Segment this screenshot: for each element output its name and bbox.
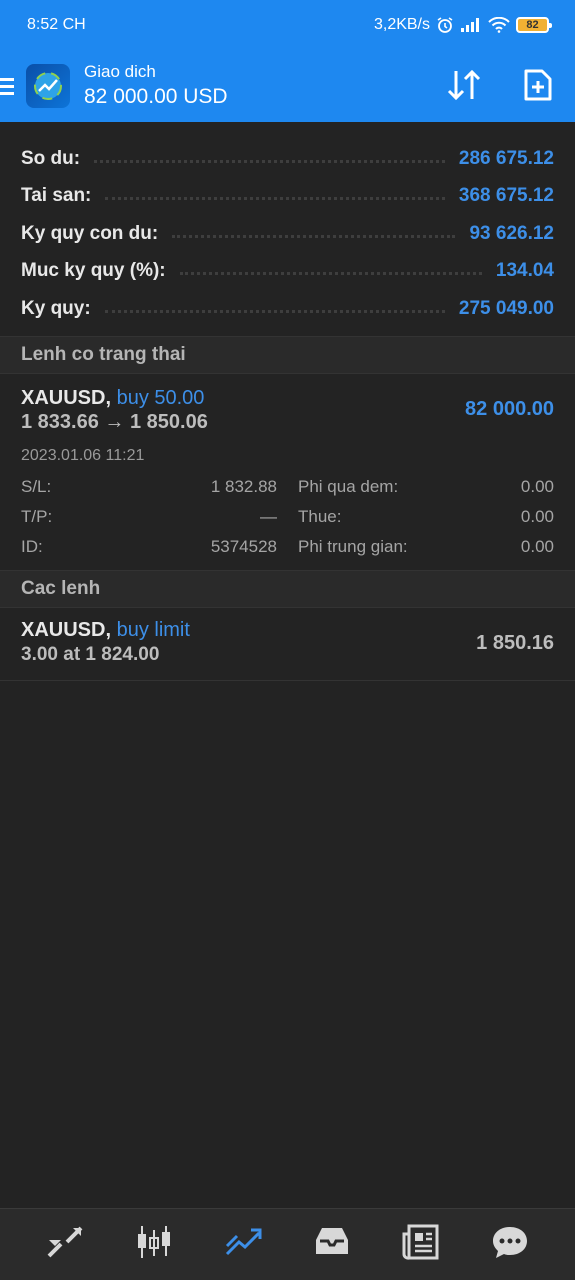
position-type: buy 50.00 bbox=[116, 386, 205, 409]
detail-row: T/P: — Thue: 0.00 bbox=[21, 502, 554, 532]
positions-header: Lenh co trang thai bbox=[0, 335, 575, 374]
history-icon bbox=[312, 1224, 352, 1265]
chart-icon bbox=[134, 1224, 174, 1265]
dotted-leader bbox=[179, 267, 482, 276]
order-item[interactable]: XAUUSD, buy limit 3.00 at 1 824.00 1 850… bbox=[0, 608, 575, 681]
toolbar-title-block: Giao dich 82 000.00 USD bbox=[84, 61, 228, 111]
summary-row-margin: Ky quy: 275 049.00 bbox=[21, 290, 554, 328]
summary-label: So du: bbox=[21, 147, 81, 169]
news-icon bbox=[401, 1224, 441, 1265]
new-order-icon[interactable] bbox=[523, 68, 553, 107]
detail-value: 5374528 bbox=[210, 536, 277, 556]
quotes-icon bbox=[45, 1224, 85, 1265]
summary-row-free-margin: Ky quy con du: 93 626.12 bbox=[21, 215, 554, 253]
summary-value: 134.04 bbox=[495, 260, 554, 282]
summary-row-equity: Tai san: 368 675.12 bbox=[21, 178, 554, 216]
trade-icon bbox=[223, 1224, 263, 1265]
summary-label: Muc ky quy (%): bbox=[21, 260, 166, 282]
detail-row: S/L: 1 832.88 Phi qua dem: 0.00 bbox=[21, 472, 554, 502]
wifi-icon bbox=[488, 17, 510, 33]
position-item[interactable]: XAUUSD, buy 50.00 1 833.66 → 1 850.06 82… bbox=[0, 374, 575, 570]
nav-chart[interactable] bbox=[124, 1215, 184, 1275]
summary-value: 368 675.12 bbox=[458, 185, 554, 207]
detail-key: Phi trung gian: bbox=[298, 536, 408, 556]
detail-value: — bbox=[260, 506, 277, 526]
summary-row-margin-level: Muc ky quy (%): 134.04 bbox=[21, 253, 554, 291]
nav-trade[interactable] bbox=[213, 1215, 273, 1275]
order-symbol: XAUUSD, bbox=[21, 618, 112, 641]
summary-value: 275 049.00 bbox=[458, 297, 554, 319]
toolbar-actions bbox=[445, 68, 553, 107]
chat-icon bbox=[490, 1224, 530, 1265]
order-volume-price: 3.00 at 1 824.00 bbox=[21, 643, 160, 665]
detail-key: Phi qua dem: bbox=[298, 476, 399, 496]
position-details: S/L: 1 832.88 Phi qua dem: 0.00 T/P: — T… bbox=[21, 472, 554, 570]
detail-value: 0.00 bbox=[520, 476, 554, 496]
bottom-navigation bbox=[0, 1208, 575, 1280]
nav-chat[interactable] bbox=[480, 1215, 540, 1275]
detail-value: 1 832.88 bbox=[210, 476, 277, 496]
detail-row: ID: 5374528 Phi trung gian: 0.00 bbox=[21, 532, 554, 562]
menu-icon[interactable] bbox=[0, 77, 18, 95]
order-current-price: 1 850.16 bbox=[476, 631, 554, 654]
app-toolbar: Giao dich 82 000.00 USD bbox=[0, 50, 575, 122]
status-indicators: 3,2KB/s 82 bbox=[373, 16, 552, 34]
summary-value: 286 675.12 bbox=[458, 147, 554, 169]
summary-label: Ky quy con du: bbox=[21, 222, 159, 244]
dotted-leader bbox=[105, 192, 445, 201]
battery-icon: 82 bbox=[516, 17, 552, 33]
detail-value: 0.00 bbox=[520, 536, 554, 556]
dotted-leader bbox=[172, 230, 456, 238]
detail-key: ID: bbox=[21, 536, 43, 556]
detail-key: T/P: bbox=[21, 506, 53, 526]
position-profit: 82 000.00 bbox=[465, 397, 554, 420]
order-symbol-line: XAUUSD, buy limit bbox=[21, 618, 554, 642]
dotted-leader bbox=[104, 305, 445, 313]
summary-label: Ky quy: bbox=[21, 297, 91, 319]
sort-icon[interactable] bbox=[445, 68, 483, 107]
position-symbol: XAUUSD, bbox=[21, 386, 112, 409]
summary-row-balance: So du: 286 675.12 bbox=[21, 140, 554, 178]
summary-label: Tai san: bbox=[21, 185, 92, 207]
account-balance: 82 000.00 USD bbox=[84, 85, 228, 108]
detail-key: S/L: bbox=[21, 476, 52, 496]
order-type: buy limit bbox=[116, 618, 190, 641]
battery-level: 82 bbox=[526, 19, 539, 31]
status-time: 8:52 CH bbox=[27, 16, 86, 33]
signal-icon bbox=[460, 17, 482, 33]
nav-news[interactable] bbox=[391, 1215, 451, 1275]
network-speed: 3,2KB/s bbox=[373, 16, 430, 33]
detail-value: 0.00 bbox=[520, 506, 554, 526]
dotted-leader bbox=[94, 155, 445, 163]
account-summary: So du: 286 675.12 Tai san: 368 675.12 Ky… bbox=[0, 122, 575, 336]
alarm-icon bbox=[436, 16, 454, 34]
page-title: Giao dich bbox=[84, 62, 156, 81]
nav-history[interactable] bbox=[302, 1215, 362, 1275]
detail-key: Thue: bbox=[298, 506, 342, 526]
status-bar: 8:52 CH 3,2KB/s 82 bbox=[0, 0, 575, 50]
summary-value: 93 626.12 bbox=[469, 222, 554, 244]
nav-quotes[interactable] bbox=[35, 1215, 95, 1275]
metatrader-logo bbox=[26, 64, 70, 108]
orders-header: Cac lenh bbox=[0, 569, 575, 608]
position-time: 2023.01.06 11:21 bbox=[21, 446, 145, 464]
